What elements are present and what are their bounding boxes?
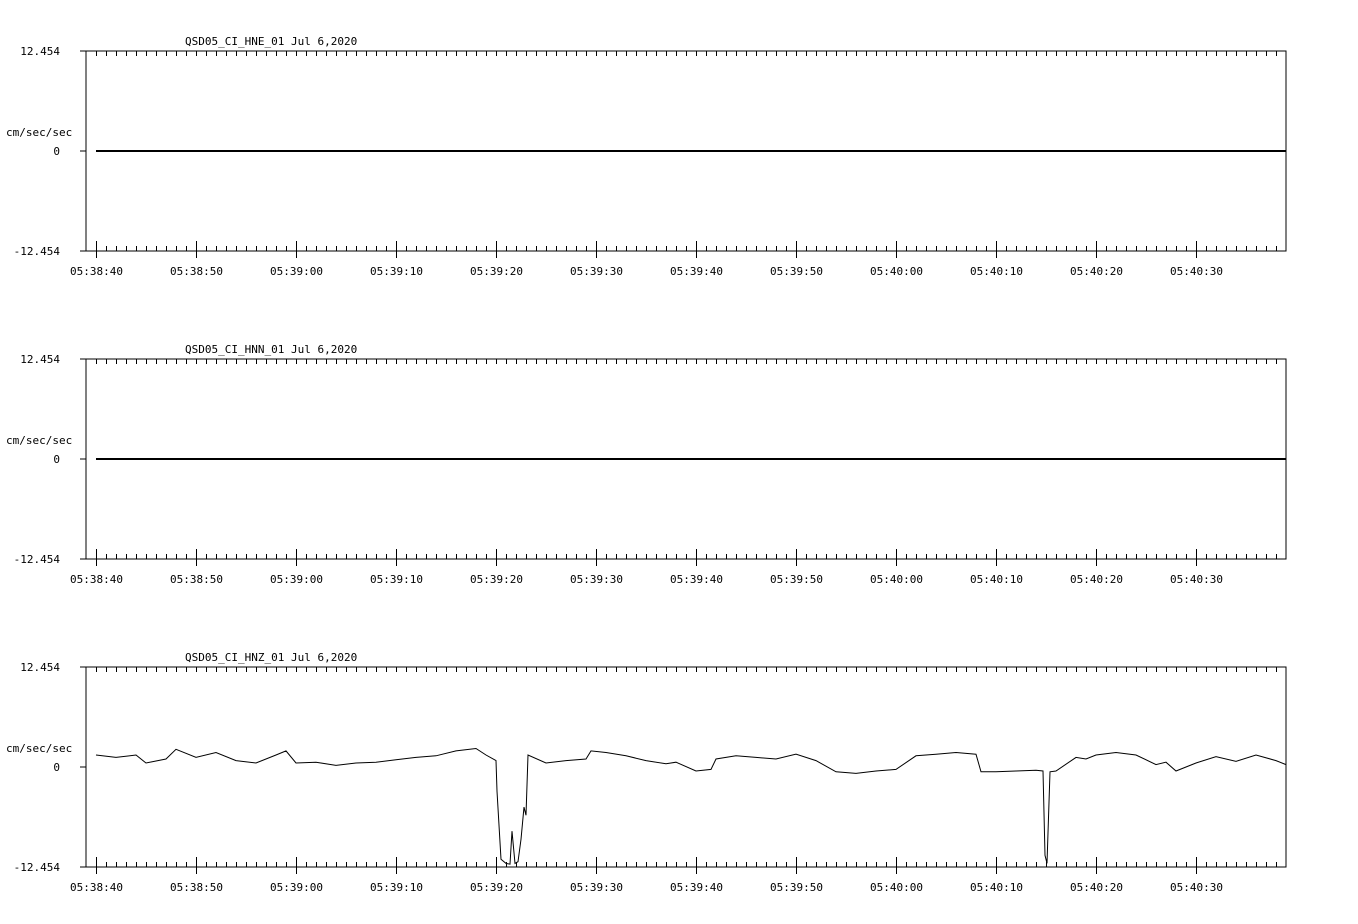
panel-title: QSD05_CI_HNZ_01 Jul 6,2020 [185, 651, 357, 664]
x-tick-label: 05:39:40 [670, 573, 723, 586]
y-axis-label: cm/sec/sec [6, 742, 72, 755]
y-axis-label: cm/sec/sec [6, 126, 72, 139]
y-tick-label: -12.454 [14, 245, 61, 258]
x-tick-label: 05:39:00 [270, 573, 323, 586]
x-tick-label: 05:39:10 [370, 881, 423, 894]
x-tick-label: 05:38:40 [70, 265, 123, 278]
x-tick-label: 05:38:50 [170, 881, 223, 894]
x-tick-label: 05:39:20 [470, 881, 523, 894]
x-tick-label: 05:40:00 [870, 265, 923, 278]
x-tick-label: 05:40:30 [1170, 881, 1223, 894]
y-tick-label: 0 [53, 145, 60, 158]
x-tick-label: 05:39:50 [770, 573, 823, 586]
x-tick-label: 05:39:00 [270, 881, 323, 894]
panel-title: QSD05_CI_HNE_01 Jul 6,2020 [185, 35, 357, 48]
y-tick-label: 0 [53, 761, 60, 774]
x-tick-label: 05:39:50 [770, 881, 823, 894]
panel-title: QSD05_CI_HNN_01 Jul 6,2020 [185, 343, 357, 356]
x-tick-label: 05:39:10 [370, 265, 423, 278]
x-tick-label: 05:38:40 [70, 881, 123, 894]
x-tick-label: 05:39:10 [370, 573, 423, 586]
panel-3: 05:38:40 05:38:50 05:39:00 05:39:10 05:39:20… [6, 651, 1287, 894]
x-tick-label: 05:39:30 [570, 573, 623, 586]
x-tick-label: 05:40:20 [1070, 265, 1123, 278]
x-tick-label: 05:38:50 [170, 573, 223, 586]
x-tick-label: 05:39:50 [770, 265, 823, 278]
panel-2: 05:38:40 05:38:50 05:39:00 05:39:10 05:39:20… [6, 343, 1287, 586]
x-tick-label: 05:40:30 [1170, 573, 1223, 586]
x-tick-label: 05:40:30 [1170, 265, 1223, 278]
x-tick-label: 05:38:40 [70, 573, 123, 586]
x-tick-label: 05:38:50 [170, 265, 223, 278]
y-tick-label: 12.454 [20, 45, 60, 58]
x-tick-label: 05:39:40 [670, 265, 723, 278]
panel-1: 05:38:40 05:38:50 05:39:00 05:39:10 05:39:20… [6, 35, 1287, 278]
x-tick-label: 05:40:20 [1070, 573, 1123, 586]
x-tick-label: 05:39:00 [270, 265, 323, 278]
y-tick-label: 12.454 [20, 661, 60, 674]
y-axis-label: cm/sec/sec [6, 434, 72, 447]
x-tick-label: 05:39:20 [470, 573, 523, 586]
x-tick-label: 05:39:40 [670, 881, 723, 894]
y-tick-label: 0 [53, 453, 60, 466]
x-tick-label: 05:39:30 [570, 881, 623, 894]
x-tick-label: 05:40:10 [970, 573, 1023, 586]
x-tick-label: 05:40:00 [870, 573, 923, 586]
x-tick-label: 05:40:20 [1070, 881, 1123, 894]
seismogram-figure: 05:38:40 05:38:50 05:39:00 05:39:10 05:39:20… [6, 35, 1287, 894]
x-tick-label: 05:40:00 [870, 881, 923, 894]
y-tick-label: -12.454 [14, 861, 61, 874]
y-tick-label: -12.454 [14, 553, 61, 566]
x-tick-label: 05:39:20 [470, 265, 523, 278]
x-tick-label: 05:40:10 [970, 881, 1023, 894]
x-tick-label: 05:40:10 [970, 265, 1023, 278]
waveform-trace [95, 747, 1287, 865]
y-tick-label: 12.454 [20, 353, 60, 366]
x-tick-label: 05:39:30 [570, 265, 623, 278]
